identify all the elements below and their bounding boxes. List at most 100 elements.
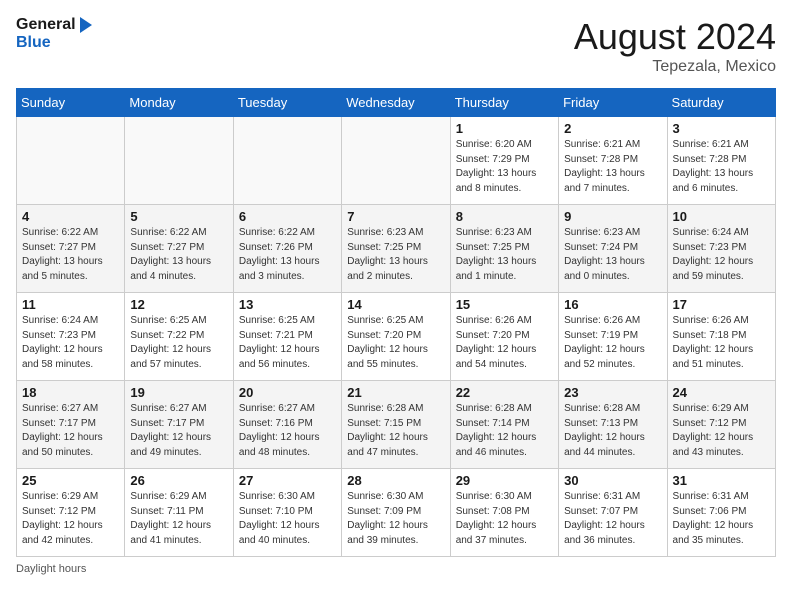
- day-info: Sunrise: 6:29 AM Sunset: 7:11 PM Dayligh…: [130, 490, 227, 548]
- day-info: Sunrise: 6:30 AM Sunset: 7:10 PM Dayligh…: [239, 490, 336, 548]
- day-info: Sunrise: 6:21 AM Sunset: 7:28 PM Dayligh…: [564, 138, 661, 196]
- day-info: Sunrise: 6:28 AM Sunset: 7:15 PM Dayligh…: [347, 402, 444, 460]
- day-info: Sunrise: 6:23 AM Sunset: 7:24 PM Dayligh…: [564, 226, 661, 284]
- day-info: Sunrise: 6:23 AM Sunset: 7:25 PM Dayligh…: [456, 226, 553, 284]
- day-info: Sunrise: 6:30 AM Sunset: 7:09 PM Dayligh…: [347, 490, 444, 548]
- day-info: Sunrise: 6:26 AM Sunset: 7:18 PM Dayligh…: [673, 314, 770, 372]
- day-number: 2: [564, 121, 661, 136]
- day-info: Sunrise: 6:27 AM Sunset: 7:17 PM Dayligh…: [22, 402, 119, 460]
- calendar-cell: [125, 117, 233, 205]
- week-row-3: 11Sunrise: 6:24 AM Sunset: 7:23 PM Dayli…: [17, 293, 776, 381]
- day-info: Sunrise: 6:25 AM Sunset: 7:21 PM Dayligh…: [239, 314, 336, 372]
- day-info: Sunrise: 6:28 AM Sunset: 7:14 PM Dayligh…: [456, 402, 553, 460]
- calendar-cell: 12 Sunrise: 6:25 AM Sunset: 7:22 PM Dayli…: [125, 293, 233, 381]
- weekday-header-row: SundayMondayTuesdayWednesdayThursdayFrid…: [17, 89, 776, 117]
- day-info: Sunrise: 6:27 AM Sunset: 7:17 PM Dayligh…: [130, 402, 227, 460]
- calendar-cell: 17 Sunrise: 6:26 AM Sunset: 7:18 PM Dayli…: [667, 293, 775, 381]
- day-number: 6: [239, 209, 336, 224]
- daylight-hours-label: Daylight hours: [16, 563, 86, 575]
- calendar-cell: 16 Sunrise: 6:26 AM Sunset: 7:19 PM Dayli…: [559, 293, 667, 381]
- day-number: 1: [456, 121, 553, 136]
- day-number: 26: [130, 473, 227, 488]
- calendar-cell: 27 Sunrise: 6:30 AM Sunset: 7:10 PM Dayli…: [233, 469, 341, 557]
- calendar-cell: [17, 117, 125, 205]
- week-row-4: 18 Sunrise: 6:27 AM Sunset: 7:17 PM Dayli…: [17, 381, 776, 469]
- day-info: Sunrise: 6:23 AM Sunset: 7:25 PM Dayligh…: [347, 226, 444, 284]
- day-number: 7: [347, 209, 444, 224]
- week-row-5: 25Sunrise: 6:29 AM Sunset: 7:12 PM Dayli…: [17, 469, 776, 557]
- weekday-header-friday: Friday: [559, 89, 667, 117]
- day-number: 17: [673, 297, 770, 312]
- day-info: Sunrise: 6:20 AM Sunset: 7:29 PM Dayligh…: [456, 138, 553, 196]
- week-row-2: 4 Sunrise: 6:22 AM Sunset: 7:27 PM Daylig…: [17, 205, 776, 293]
- day-number: 18: [22, 385, 119, 400]
- calendar-cell: 21 Sunrise: 6:28 AM Sunset: 7:15 PM Dayli…: [342, 381, 450, 469]
- calendar-cell: 29Sunrise: 6:30 AM Sunset: 7:08 PM Dayli…: [450, 469, 558, 557]
- day-number: 21: [347, 385, 444, 400]
- day-number: 12: [130, 297, 227, 312]
- day-number: 29: [456, 473, 553, 488]
- day-number: 20: [239, 385, 336, 400]
- calendar-cell: 26 Sunrise: 6:29 AM Sunset: 7:11 PM Dayli…: [125, 469, 233, 557]
- calendar-cell: 14 Sunrise: 6:25 AM Sunset: 7:20 PM Dayli…: [342, 293, 450, 381]
- day-info: Sunrise: 6:24 AM Sunset: 7:23 PM Dayligh…: [22, 314, 119, 372]
- day-number: 31: [673, 473, 770, 488]
- day-info: Sunrise: 6:22 AM Sunset: 7:27 PM Dayligh…: [130, 226, 227, 284]
- day-info: Sunrise: 6:22 AM Sunset: 7:26 PM Dayligh…: [239, 226, 336, 284]
- day-info: Sunrise: 6:26 AM Sunset: 7:19 PM Dayligh…: [564, 314, 661, 372]
- weekday-header-thursday: Thursday: [450, 89, 558, 117]
- calendar-cell: 31 Sunrise: 6:31 AM Sunset: 7:06 PM Dayli…: [667, 469, 775, 557]
- day-info: Sunrise: 6:25 AM Sunset: 7:20 PM Dayligh…: [347, 314, 444, 372]
- calendar-cell: 2 Sunrise: 6:21 AM Sunset: 7:28 PM Daylig…: [559, 117, 667, 205]
- calendar-cell: 23Sunrise: 6:28 AM Sunset: 7:13 PM Dayli…: [559, 381, 667, 469]
- footer: Daylight hours: [16, 563, 776, 575]
- day-info: Sunrise: 6:24 AM Sunset: 7:23 PM Dayligh…: [673, 226, 770, 284]
- day-number: 28: [347, 473, 444, 488]
- day-number: 10: [673, 209, 770, 224]
- day-info: Sunrise: 6:26 AM Sunset: 7:20 PM Dayligh…: [456, 314, 553, 372]
- calendar-cell: 11Sunrise: 6:24 AM Sunset: 7:23 PM Dayli…: [17, 293, 125, 381]
- calendar-cell: [342, 117, 450, 205]
- day-number: 22: [456, 385, 553, 400]
- logo-arrow-icon: [80, 17, 92, 33]
- calendar-cell: 9Sunrise: 6:23 AM Sunset: 7:24 PM Daylig…: [559, 205, 667, 293]
- day-number: 16: [564, 297, 661, 312]
- calendar-cell: 24Sunrise: 6:29 AM Sunset: 7:12 PM Dayli…: [667, 381, 775, 469]
- calendar-cell: 4 Sunrise: 6:22 AM Sunset: 7:27 PM Daylig…: [17, 205, 125, 293]
- calendar-cell: 30 Sunrise: 6:31 AM Sunset: 7:07 PM Dayli…: [559, 469, 667, 557]
- day-info: Sunrise: 6:31 AM Sunset: 7:07 PM Dayligh…: [564, 490, 661, 548]
- calendar-cell: 1 Sunrise: 6:20 AM Sunset: 7:29 PM Daylig…: [450, 117, 558, 205]
- calendar-cell: 15 Sunrise: 6:26 AM Sunset: 7:20 PM Dayli…: [450, 293, 558, 381]
- weekday-header-monday: Monday: [125, 89, 233, 117]
- logo: General Blue: [16, 16, 92, 51]
- page-header: General Blue August 2024 Tepezala, Mexic…: [16, 16, 776, 76]
- day-info: Sunrise: 6:31 AM Sunset: 7:06 PM Dayligh…: [673, 490, 770, 548]
- day-number: 4: [22, 209, 119, 224]
- calendar-cell: 6 Sunrise: 6:22 AM Sunset: 7:26 PM Daylig…: [233, 205, 341, 293]
- day-number: 30: [564, 473, 661, 488]
- day-number: 15: [456, 297, 553, 312]
- location-subtitle: Tepezala, Mexico: [574, 58, 776, 76]
- calendar-cell: 5 Sunrise: 6:22 AM Sunset: 7:27 PM Daylig…: [125, 205, 233, 293]
- calendar-cell: 10 Sunrise: 6:24 AM Sunset: 7:23 PM Dayli…: [667, 205, 775, 293]
- calendar-cell: 18 Sunrise: 6:27 AM Sunset: 7:17 PM Dayli…: [17, 381, 125, 469]
- week-row-1: 1 Sunrise: 6:20 AM Sunset: 7:29 PM Daylig…: [17, 117, 776, 205]
- day-info: Sunrise: 6:29 AM Sunset: 7:12 PM Dayligh…: [673, 402, 770, 460]
- day-number: 19: [130, 385, 227, 400]
- day-info: Sunrise: 6:22 AM Sunset: 7:27 PM Dayligh…: [22, 226, 119, 284]
- calendar-cell: 7 Sunrise: 6:23 AM Sunset: 7:25 PM Daylig…: [342, 205, 450, 293]
- day-info: Sunrise: 6:25 AM Sunset: 7:22 PM Dayligh…: [130, 314, 227, 372]
- calendar-cell: 25Sunrise: 6:29 AM Sunset: 7:12 PM Dayli…: [17, 469, 125, 557]
- weekday-header-sunday: Sunday: [17, 89, 125, 117]
- logo-text: General Blue: [16, 16, 92, 51]
- weekday-header-wednesday: Wednesday: [342, 89, 450, 117]
- day-info: Sunrise: 6:29 AM Sunset: 7:12 PM Dayligh…: [22, 490, 119, 548]
- day-info: Sunrise: 6:28 AM Sunset: 7:13 PM Dayligh…: [564, 402, 661, 460]
- calendar-cell: [233, 117, 341, 205]
- calendar-cell: 13Sunrise: 6:25 AM Sunset: 7:21 PM Dayli…: [233, 293, 341, 381]
- day-number: 27: [239, 473, 336, 488]
- day-number: 5: [130, 209, 227, 224]
- calendar-cell: 28 Sunrise: 6:30 AM Sunset: 7:09 PM Dayli…: [342, 469, 450, 557]
- day-number: 14: [347, 297, 444, 312]
- weekday-header-saturday: Saturday: [667, 89, 775, 117]
